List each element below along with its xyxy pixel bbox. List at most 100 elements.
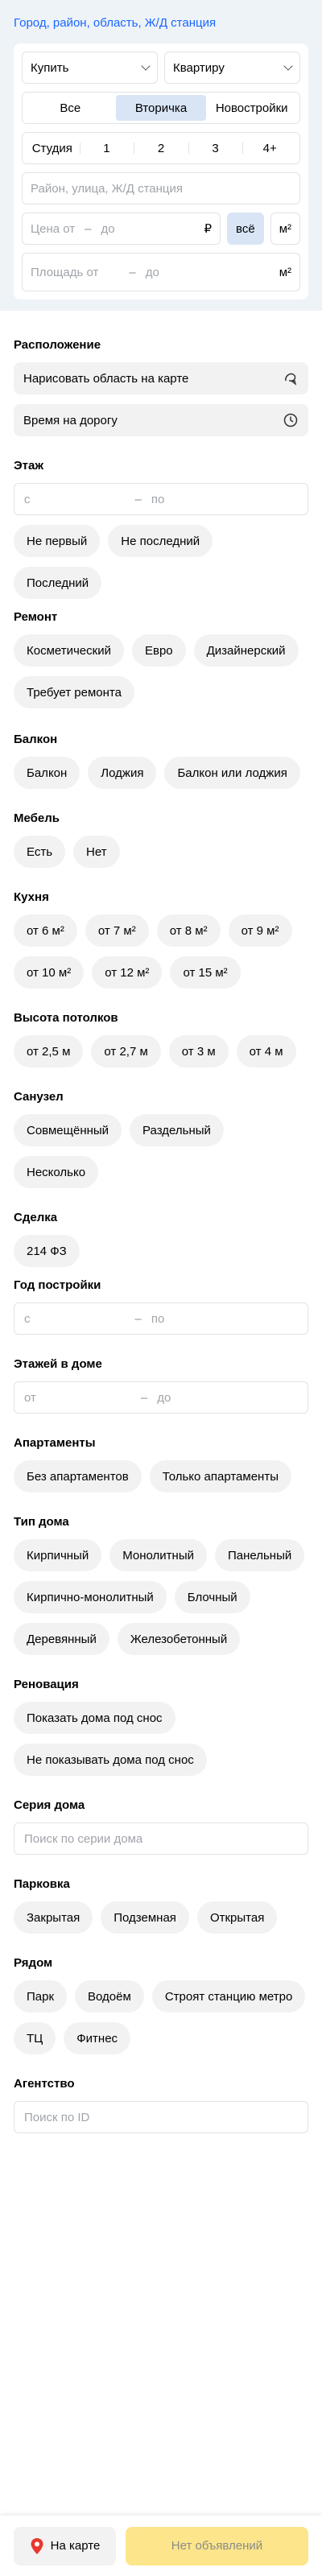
chip-water[interactable]: Водоём	[75, 1980, 144, 2013]
area-to: до	[145, 265, 159, 279]
chip-kitchen-12[interactable]: от 12 м²	[92, 956, 163, 989]
section-title: Ремонт	[14, 610, 58, 624]
floors-total-to: до	[157, 1390, 171, 1405]
show-results-button[interactable]: Нет объявлений	[126, 2526, 308, 2566]
travel-time-label: Время на дорогу	[23, 413, 118, 427]
chip-214fz[interactable]: 214 ФЗ	[14, 1235, 80, 1267]
chip-mall[interactable]: ТЦ	[14, 2022, 56, 2054]
rooms-studio[interactable]: Студия	[25, 135, 80, 161]
chip-furniture-yes[interactable]: Есть	[14, 836, 66, 868]
chip-ceiling-3[interactable]: от 3 м	[168, 1035, 229, 1067]
chip-ceiling-2-5[interactable]: от 2,5 м	[14, 1035, 84, 1067]
section-house-type: Тип дома Кирпичный Монолитный Панельный …	[14, 1515, 308, 1655]
chip-parking-closed[interactable]: Закрытая	[14, 1901, 93, 1934]
chip-ceiling-4[interactable]: от 4 м	[236, 1035, 296, 1067]
rooms-3[interactable]: 3	[188, 135, 243, 161]
chip-needs-repair[interactable]: Требует ремонта	[14, 676, 134, 708]
chip-block[interactable]: Блочный	[174, 1581, 250, 1613]
year-separator: –	[134, 1311, 142, 1326]
address-input[interactable]: Район, улица, Ж/Д станция	[22, 172, 300, 204]
chip-wooden[interactable]: Деревянный	[14, 1623, 109, 1655]
chip-metro-construction[interactable]: Строят станцию метро	[151, 1980, 306, 2013]
tab-new-buildings[interactable]: Новостройки	[206, 95, 297, 121]
chip-brick-monolithic[interactable]: Кирпично-монолитный	[14, 1581, 167, 1613]
chip-fitness[interactable]: Фитнес	[64, 2022, 131, 2054]
price-total-toggle[interactable]: всё	[227, 213, 264, 245]
search-panel: Город, район, область, Ж/Д станция Купит…	[0, 0, 322, 311]
chip-designer[interactable]: Дизайнерский	[193, 634, 299, 667]
chip-monolithic[interactable]: Монолитный	[109, 1539, 207, 1571]
chip-show-demolition[interactable]: Показать дома под снос	[14, 1702, 175, 1734]
draw-area-button[interactable]: Нарисовать область на карте	[14, 362, 308, 394]
tab-all[interactable]: Все	[25, 95, 116, 121]
chip-hide-demolition[interactable]: Не показывать дома под снос	[14, 1744, 207, 1776]
section-ceiling: Высота потолков от 2,5 м от 2,7 м от 3 м…	[14, 1011, 308, 1067]
chip-kitchen-6[interactable]: от 6 м²	[14, 914, 77, 947]
map-button[interactable]: На карте	[14, 2526, 116, 2566]
price-separator: –	[85, 221, 92, 236]
chip-furniture-no[interactable]: Нет	[73, 836, 120, 868]
location-link[interactable]: Город, район, область, Ж/Д станция	[14, 16, 308, 34]
section-title: Серия дома	[14, 1798, 85, 1812]
year-range-input[interactable]: с – по	[14, 1302, 308, 1335]
chip-park[interactable]: Парк	[14, 1980, 68, 2013]
chip-cosmetic[interactable]: Косметический	[14, 634, 124, 667]
section-title: Высота потолков	[14, 1011, 118, 1025]
chip-ceiling-2-7[interactable]: от 2,7 м	[91, 1035, 161, 1067]
extra-filters: Расположение Нарисовать область на карте…	[0, 338, 322, 2133]
chip-last[interactable]: Последний	[14, 567, 102, 599]
agency-id-input[interactable]: Поиск по ID	[14, 2101, 308, 2133]
deal-type-select[interactable]: Купить	[22, 52, 158, 84]
section-title: Этажей в доме	[14, 1357, 102, 1371]
chip-parking-underground[interactable]: Подземная	[101, 1901, 189, 1934]
section-title: Кухня	[14, 890, 49, 904]
chip-reinforced-concrete[interactable]: Железобетонный	[117, 1623, 241, 1655]
chip-euro[interactable]: Евро	[131, 634, 186, 667]
year-from: с	[24, 1311, 31, 1326]
draw-area-icon	[285, 373, 297, 386]
section-balcony: Балкон Балкон Лоджия Балкон или лоджия	[14, 733, 308, 789]
object-type-select[interactable]: Квартиру	[164, 52, 300, 84]
travel-time-button[interactable]: Время на дорогу	[14, 404, 308, 436]
price-range-input[interactable]: Цена от – до ₽	[22, 213, 221, 245]
clock-icon	[283, 413, 298, 427]
chip-loggia[interactable]: Лоджия	[88, 757, 157, 789]
tab-secondary[interactable]: Вторичка	[115, 95, 207, 121]
chip-kitchen-10[interactable]: от 10 м²	[14, 956, 85, 989]
chip-parking-open[interactable]: Открытая	[196, 1901, 278, 1934]
chip-panel[interactable]: Панельный	[214, 1539, 305, 1571]
chevron-down-icon	[283, 61, 293, 71]
chip-balcony-or-loggia[interactable]: Балкон или лоджия	[164, 757, 300, 789]
chip-no-apartments[interactable]: Без апартаментов	[14, 1460, 142, 1492]
price-per-m2-toggle[interactable]: м²	[270, 213, 300, 245]
chip-balcony[interactable]: Балкон	[14, 757, 80, 789]
chip-kitchen-9[interactable]: от 9 м²	[228, 914, 292, 947]
section-deal: Сделка 214 ФЗ	[14, 1211, 308, 1267]
section-series: Серия дома Поиск по серии дома	[14, 1798, 308, 1855]
rooms-2[interactable]: 2	[134, 135, 188, 161]
floors-total-range-input[interactable]: от – до	[14, 1381, 308, 1414]
chip-bathroom-combined[interactable]: Совмещённый	[14, 1114, 122, 1146]
chip-not-first[interactable]: Не первый	[14, 525, 101, 557]
section-nearby: Рядом Парк Водоём Строят станцию метро Т…	[14, 1956, 308, 2054]
chip-only-apartments[interactable]: Только апартаменты	[149, 1460, 291, 1492]
chip-not-last[interactable]: Не последний	[108, 525, 213, 557]
floor-range-input[interactable]: с – по	[14, 483, 308, 515]
chip-kitchen-15[interactable]: от 15 м²	[170, 956, 241, 989]
year-to: по	[151, 1311, 165, 1326]
section-title: Год постройки	[14, 1278, 101, 1292]
chip-kitchen-7[interactable]: от 7 м²	[85, 914, 149, 947]
section-title: Мебель	[14, 811, 60, 825]
rooms-4plus[interactable]: 4+	[242, 135, 297, 161]
series-search-input[interactable]: Поиск по серии дома	[14, 1823, 308, 1855]
main-filters-card: Купить Квартиру Все Вторичка Новостройки…	[14, 43, 308, 299]
section-apartments: Апартаменты Без апартаментов Только апар…	[14, 1436, 308, 1492]
chip-bathroom-separate[interactable]: Раздельный	[130, 1114, 224, 1146]
chip-kitchen-8[interactable]: от 8 м²	[156, 914, 221, 947]
chip-bathroom-several[interactable]: Несколько	[14, 1156, 99, 1188]
chip-brick[interactable]: Кирпичный	[14, 1539, 102, 1571]
floor-from: с	[24, 492, 31, 506]
section-year: Год постройки с – по	[14, 1278, 308, 1335]
area-range-input[interactable]: Площадь от – до м²	[22, 253, 300, 291]
rooms-1[interactable]: 1	[79, 135, 134, 161]
